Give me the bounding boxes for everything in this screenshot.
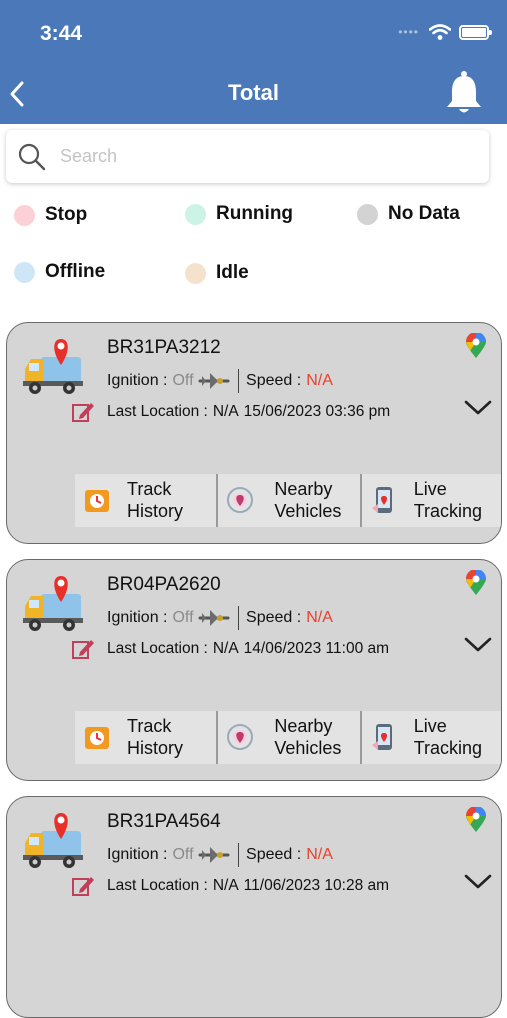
- search-input[interactable]: [60, 146, 440, 167]
- legend-label: No Data: [388, 203, 460, 224]
- chevron-down-icon[interactable]: [463, 869, 493, 893]
- truck-icon: [23, 813, 83, 868]
- nearby-icon: [227, 724, 254, 750]
- signal-icon: ••••: [398, 25, 419, 39]
- map-pin-icon[interactable]: [465, 333, 487, 359]
- ignition-value: Off: [172, 846, 194, 863]
- speed-label: Speed :: [246, 609, 302, 626]
- vehicle-plate: BR31PA4564: [107, 811, 221, 832]
- search-bar[interactable]: [6, 130, 489, 183]
- speed-value: N/A: [306, 372, 333, 389]
- edit-icon: [72, 403, 94, 422]
- ignition-speed-row: Ignition : Off Speed : N/A: [107, 606, 333, 630]
- last-location-row: Last Location : N/A 15/06/2023 03:36 pm: [71, 401, 390, 423]
- legend-label: Offline: [45, 261, 106, 282]
- divider: [237, 843, 240, 867]
- last-location-label: Last Location :: [107, 877, 208, 894]
- nearby-icon: [227, 487, 254, 513]
- ignition-speed-row: Ignition : Off Speed : N/A: [107, 843, 333, 867]
- last-location-value: N/A: [212, 877, 239, 894]
- edit-icon: [72, 877, 94, 896]
- last-location-value: N/A: [212, 640, 239, 657]
- legend-dot-stop: [14, 204, 35, 226]
- track-history-label: Track History: [127, 479, 184, 521]
- phone-tracking-icon: [371, 724, 392, 750]
- chevron-down-icon[interactable]: [463, 632, 493, 656]
- ignition-value: Off: [172, 609, 194, 626]
- battery-icon: [459, 24, 492, 40]
- last-location-label: Last Location :: [107, 640, 208, 657]
- action-bar: Track History Nearby Vehicles Live Track…: [75, 474, 501, 527]
- ignition-label: Ignition :: [107, 846, 168, 863]
- track-history-button[interactable]: Track History: [75, 711, 219, 764]
- vehicle-card[interactable]: BR04PA2620 Ignition : Off Speed : N/A La…: [6, 559, 502, 781]
- wifi-icon: [429, 24, 451, 40]
- phone-tracking-icon: [371, 487, 392, 513]
- ignition-label: Ignition :: [107, 372, 168, 389]
- status-time: 3:44: [40, 22, 83, 45]
- legend-offline[interactable]: Offline: [14, 261, 105, 283]
- vehicle-card[interactable]: BR31PA4564 Ignition : Off Speed : N/A La…: [6, 796, 502, 1018]
- track-history-button[interactable]: Track History: [75, 474, 219, 527]
- page-title: Total: [228, 80, 279, 105]
- divider: [237, 369, 240, 393]
- speed-value: N/A: [306, 846, 333, 863]
- speed-value: N/A: [306, 609, 333, 626]
- vehicle-plate: BR31PA3212: [107, 337, 221, 358]
- status-icons: ••••: [398, 24, 492, 40]
- divider: [237, 606, 240, 630]
- history-icon: [85, 490, 109, 512]
- history-icon: [85, 727, 109, 749]
- ignition-speed-row: Ignition : Off Speed : N/A: [107, 369, 333, 393]
- ignition-value: Off: [172, 372, 194, 389]
- vehicle-card[interactable]: BR31PA3212 Ignition : Off Speed : N/A La…: [6, 322, 502, 544]
- legend-label: Idle: [216, 262, 249, 283]
- last-location-datetime: 15/06/2023 03:36 pm: [243, 403, 391, 420]
- last-location-label: Last Location :: [107, 403, 208, 420]
- live-tracking-button[interactable]: Live Tracking: [362, 474, 501, 527]
- legend-stop[interactable]: Stop: [14, 204, 87, 226]
- header-bar: 3:44 •••• Total: [0, 0, 507, 124]
- nearby-vehicles-label: Nearby Vehicles: [274, 716, 342, 758]
- vehicle-plate: BR04PA2620: [107, 574, 221, 595]
- last-location-row: Last Location : N/A 11/06/2023 10:28 am: [71, 875, 389, 897]
- chevron-down-icon[interactable]: [463, 395, 493, 419]
- action-bar: Track History Nearby Vehicles Live Track…: [75, 711, 501, 764]
- legend-dot-idle: [185, 262, 206, 284]
- last-location-row: Last Location : N/A 14/06/2023 11:00 am: [71, 638, 389, 660]
- live-tracking-label: Live Tracking: [413, 479, 483, 521]
- edit-icon: [72, 640, 94, 659]
- legend-label: Running: [216, 203, 294, 224]
- ignition-key-icon: [198, 847, 230, 863]
- legend-dot-offline: [14, 261, 35, 283]
- ignition-key-icon: [198, 610, 230, 626]
- last-location-value: N/A: [212, 403, 239, 420]
- truck-icon: [23, 576, 83, 631]
- nearby-vehicles-label: Nearby Vehicles: [274, 479, 342, 521]
- last-location-datetime: 14/06/2023 11:00 am: [243, 640, 390, 657]
- ignition-label: Ignition :: [107, 609, 168, 626]
- legend-label: Stop: [45, 204, 88, 225]
- legend-idle[interactable]: Idle: [185, 262, 249, 284]
- truck-icon: [23, 339, 83, 394]
- notification-button[interactable]: [445, 70, 483, 116]
- live-tracking-label: Live Tracking: [413, 716, 483, 758]
- map-pin-icon[interactable]: [465, 807, 487, 833]
- last-location-datetime: 11/06/2023 10:28 am: [243, 877, 390, 894]
- legend-no-data[interactable]: No Data: [357, 203, 460, 225]
- ignition-key-icon: [198, 373, 230, 389]
- nearby-vehicles-button[interactable]: Nearby Vehicles: [218, 474, 362, 527]
- nearby-vehicles-button[interactable]: Nearby Vehicles: [218, 711, 362, 764]
- search-icon: [18, 143, 46, 170]
- legend-running[interactable]: Running: [185, 203, 293, 225]
- live-tracking-button[interactable]: Live Tracking: [362, 711, 501, 764]
- legend-dot-no-data: [357, 203, 378, 225]
- legend-dot-running: [185, 203, 206, 225]
- bell-icon: [447, 71, 481, 113]
- speed-label: Speed :: [246, 372, 302, 389]
- speed-label: Speed :: [246, 846, 302, 863]
- map-pin-icon[interactable]: [465, 570, 487, 596]
- track-history-label: Track History: [127, 716, 184, 758]
